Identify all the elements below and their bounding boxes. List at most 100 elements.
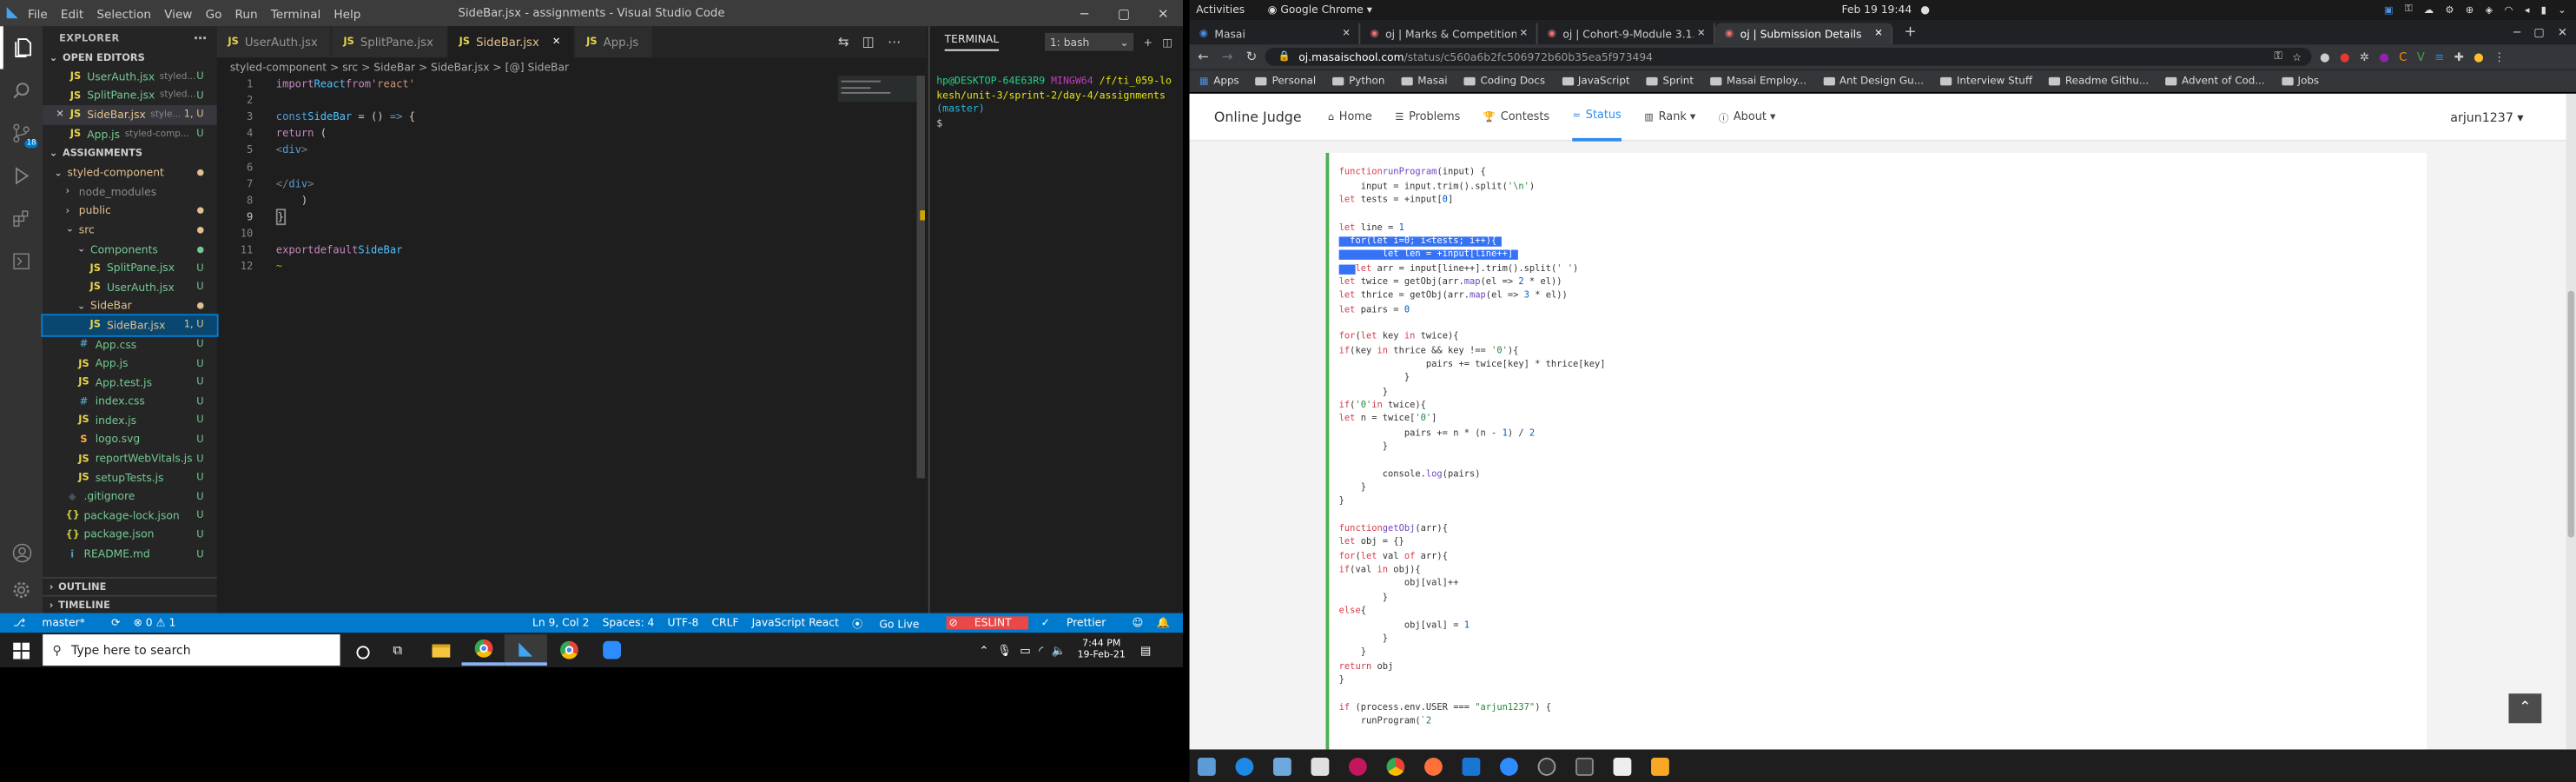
bookmark-item[interactable]: ▦ Apps [1199, 76, 1239, 87]
menu-item[interactable]: Terminal [271, 6, 320, 21]
vpn-icon[interactable]: ⚿ [2405, 3, 2413, 17]
activities-button[interactable]: Activities [1196, 3, 1245, 17]
close-icon[interactable]: ✕ [1874, 28, 1883, 39]
notifications-icon[interactable]: 🔔 [1157, 616, 1170, 629]
shield-icon[interactable]: ◈ [2486, 4, 2493, 16]
folder-item[interactable]: ⌄ SideBar [43, 296, 217, 315]
menu-item[interactable]: Go [206, 6, 222, 21]
split-terminal-icon[interactable]: ◫ [1162, 36, 1172, 49]
file-item[interactable]: Slogo.svg U [43, 430, 217, 449]
extension-7-icon[interactable]: ≡ [2434, 50, 2444, 63]
system-menu-icon[interactable]: ⌄ [2558, 4, 2566, 16]
search-icon[interactable] [0, 69, 43, 111]
taskbar-search-input[interactable]: ⚲ Type here to search [43, 634, 340, 666]
key-icon[interactable]: ⚿ [2274, 50, 2282, 64]
file-item[interactable]: {} package.json U [43, 526, 217, 545]
timeline-section[interactable]: › TIMELINE [43, 594, 217, 613]
bookmark-item[interactable]: Masai Employ... [1709, 76, 1807, 87]
file-explorer-taskbar-icon[interactable] [419, 643, 461, 657]
menu-item[interactable]: Edit [61, 6, 83, 21]
sync-icon[interactable]: ⟳ [111, 616, 120, 629]
source-control-icon[interactable]: 18 [0, 112, 43, 155]
file-item[interactable]: # index.css U [43, 392, 217, 411]
breadcrumb[interactable]: styled-component > src > SideBar > SideB… [217, 57, 927, 76]
editor-tab[interactable]: JS UserAuth.jsx [216, 26, 333, 58]
bookmark-item[interactable]: Masai [1401, 76, 1448, 87]
close-icon[interactable]: ✕ [1697, 28, 1706, 39]
cloud-icon[interactable]: ☁ [2424, 4, 2434, 16]
maximize-icon[interactable]: ▢ [2533, 25, 2545, 38]
taskbar-clock[interactable]: 7:44 PM 19-Feb-21 [1078, 639, 1126, 661]
close-icon[interactable]: ✕ [552, 36, 561, 48]
brand[interactable]: Online Judge [1214, 109, 1302, 125]
more-actions-icon[interactable]: ⋯ [194, 30, 208, 45]
reload-icon[interactable]: ↻ [1246, 50, 1258, 64]
file-item[interactable]: JS reportWebVitals.js U [43, 449, 217, 468]
browser-tab[interactable]: ◉ Masai ✕ [1190, 23, 1361, 45]
terminal-output[interactable]: hp@DESKTOP-64E63R9 MINGW64 /f/ti_059-lok… [930, 57, 1183, 132]
language-mode[interactable]: JavaScript React [752, 616, 839, 629]
network-icon[interactable]: ◜ [1039, 644, 1043, 657]
extension-2-icon[interactable]: ● [2340, 50, 2350, 63]
file-manager-dock-icon[interactable] [1311, 757, 1330, 775]
bookmark-item[interactable]: Jobs [2281, 76, 2319, 87]
app-tray-icon[interactable]: ⚙ [2445, 4, 2454, 16]
folder-item[interactable]: ⌄ src [43, 221, 217, 240]
menu-item[interactable]: File [28, 6, 48, 21]
prettier-indicator[interactable]: ✓ Prettier [1041, 616, 1120, 629]
menu-item[interactable]: Selection [96, 6, 151, 21]
firefox-dock-icon[interactable] [1424, 757, 1443, 775]
microphone-icon[interactable]: 🎙 [997, 644, 1012, 657]
file-item[interactable]: JS SideBar.jsx 1, U [41, 314, 219, 337]
terminal-select[interactable]: 1: bash ⌄ [1045, 32, 1134, 51]
battery-icon[interactable]: ▮ [2541, 4, 2546, 16]
close-icon[interactable]: ✕ [1342, 28, 1351, 39]
editor-dock-icon[interactable] [1613, 757, 1632, 775]
back-to-top-button[interactable]: ⌃ [2508, 693, 2542, 724]
run-debug-icon[interactable] [0, 155, 43, 197]
editor-tab[interactable]: JS SplitPane.jsx [332, 26, 448, 58]
outline-section[interactable]: › OUTLINE [43, 576, 217, 595]
file-item[interactable]: ◆ .gitignore U [43, 487, 217, 507]
user-menu[interactable]: arjun1237 ▾ [2450, 109, 2523, 124]
cursor-position[interactable]: Ln 9, Col 2 [532, 616, 589, 629]
explorer-icon[interactable] [0, 26, 43, 70]
windows-start-icon[interactable] [0, 641, 43, 659]
file-item[interactable]: JS index.js U [43, 411, 217, 430]
branch-indicator[interactable]: ⎇ master* [13, 616, 98, 629]
editor-scrollbar[interactable] [916, 76, 925, 479]
extensions-icon[interactable] [0, 197, 43, 240]
folder-item[interactable]: ⌄ Components [43, 240, 217, 259]
back-icon[interactable]: ← [1198, 50, 1209, 64]
editor-more-icon[interactable]: ⋯ [888, 35, 901, 50]
bookmark-item[interactable]: Coding Docs [1463, 76, 1545, 87]
menu-item[interactable]: Run [235, 6, 258, 21]
submission-code[interactable]: function runProgram (input) { input = inp… [1338, 166, 1606, 728]
app-menu[interactable]: ◉ Google Chrome ▾ [1268, 3, 1372, 17]
task-view-icon[interactable]: ⧉ [376, 642, 419, 659]
editor-tab[interactable]: JS SideBar.jsx ✕ [447, 26, 576, 58]
lang-icon[interactable]: ⊕ [2466, 4, 2474, 16]
vscode-dock-icon[interactable] [1462, 757, 1481, 775]
close-icon[interactable]: ✕ [2558, 25, 2567, 38]
encoding[interactable]: UTF-8 [667, 616, 698, 629]
open-editor-item[interactable]: JS App.js styled-comp... U [43, 124, 217, 143]
browser-tab[interactable]: ◉ oj | Submission Details ✕ [1714, 23, 1893, 45]
apps-grid-dock-icon[interactable] [1651, 757, 1669, 775]
maximize-icon[interactable]: ▢ [1104, 6, 1143, 21]
file-item[interactable]: JS setupTests.js U [43, 468, 217, 487]
volume-icon[interactable]: 🔈 [1052, 644, 1066, 657]
new-tab-icon[interactable]: + [1904, 23, 1916, 40]
bookmark-item[interactable]: Interview Stuff [1939, 76, 2032, 87]
extension-1-icon[interactable]: ● [2320, 50, 2330, 63]
menu-item[interactable]: View [164, 6, 192, 21]
code-editor[interactable]: 1 import React from 'react' 2 3 const Side… [217, 76, 835, 613]
nav-item[interactable]: ⓘ About ▾ [1719, 94, 1776, 141]
split-editor-icon[interactable]: ◫ [862, 35, 875, 50]
feedback-icon[interactable]: ☺ [1133, 616, 1144, 629]
file-item[interactable]: JS SplitPane.jsx U [43, 259, 217, 278]
color-picker-dock-icon[interactable] [1349, 757, 1367, 775]
screenshot-dock-icon[interactable] [1272, 757, 1291, 775]
nav-item[interactable]: ≈ Status [1572, 94, 1622, 141]
line-ending[interactable]: CRLF [711, 616, 738, 629]
